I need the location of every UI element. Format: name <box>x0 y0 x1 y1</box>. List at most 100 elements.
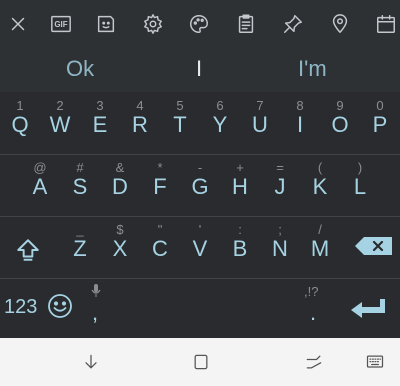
key-hint: $ <box>116 222 124 237</box>
key-label: M <box>310 236 330 261</box>
key-label: X <box>112 236 128 261</box>
key-label: R <box>132 112 148 137</box>
period-label: . <box>310 300 317 325</box>
home-icon[interactable] <box>187 350 215 374</box>
key-c[interactable]: " C <box>140 220 180 276</box>
key-j[interactable]: = J <box>260 158 300 214</box>
key-label: G <box>191 174 209 199</box>
key-u[interactable]: 7U <box>240 96 280 152</box>
key-m[interactable]: / M <box>300 220 340 276</box>
key-label: Y <box>212 112 228 137</box>
key-i[interactable]: 8I <box>280 96 320 152</box>
key-v[interactable]: ' V <box>180 220 220 276</box>
key-label: K <box>312 174 328 199</box>
key-d[interactable]: & D <box>100 158 140 214</box>
key-hint: * <box>157 160 163 175</box>
key-label: S <box>72 174 88 199</box>
key-label: A <box>32 174 48 199</box>
key-label: W <box>49 112 71 137</box>
key-label: P <box>372 112 388 137</box>
suggestion-strip: Ok I I'm <box>0 48 400 92</box>
key-hint: : <box>238 222 242 237</box>
keyboard-switch-icon[interactable] <box>361 350 389 374</box>
key-hint: 1 <box>16 98 24 113</box>
key-h[interactable]: + H <box>220 158 260 214</box>
key-f[interactable]: * F <box>140 158 180 214</box>
key-s[interactable]: # S <box>60 158 100 214</box>
shift-icon <box>17 239 39 261</box>
key-k[interactable]: (K <box>300 158 340 214</box>
key-g[interactable]: -G <box>180 158 220 214</box>
row-divider <box>0 278 400 279</box>
key-hint: _ <box>76 222 84 237</box>
enter-arrow-icon <box>351 299 385 318</box>
clipboard-icon[interactable] <box>232 10 260 38</box>
key-label: Q <box>11 112 29 137</box>
key-hint: 3 <box>96 98 104 113</box>
key-n[interactable]: ; N <box>260 220 300 276</box>
comma-key[interactable]: , <box>80 284 112 332</box>
backspace-icon <box>355 237 392 255</box>
key-label: J <box>274 174 286 199</box>
key-r[interactable]: 4R <box>120 96 160 152</box>
theme-palette-icon[interactable] <box>185 10 213 38</box>
comma-label: , <box>92 300 99 325</box>
key-z[interactable]: _ Z <box>60 220 100 276</box>
sticker-icon[interactable] <box>92 10 120 38</box>
key-hint: 7 <box>256 98 264 113</box>
key-hint: ( <box>317 160 323 175</box>
keyboard-toolbar: GIF <box>0 0 400 48</box>
key-hint: 5 <box>176 98 184 113</box>
calendar-icon[interactable] <box>372 10 400 38</box>
key-q[interactable]: 1Q <box>0 96 40 152</box>
key-label: F <box>153 174 167 199</box>
recents-icon[interactable] <box>300 350 328 374</box>
suggestion-center[interactable]: I <box>196 56 202 82</box>
settings-icon[interactable] <box>139 10 167 38</box>
key-o[interactable]: 9O <box>320 96 360 152</box>
key-e[interactable]: 3E <box>80 96 120 152</box>
back-icon[interactable] <box>77 350 105 374</box>
key-label: D <box>112 174 128 199</box>
key-label: N <box>272 236 288 261</box>
key-hint: # <box>76 160 84 175</box>
suggestion-left[interactable]: Ok <box>66 56 94 82</box>
gif-button[interactable]: GIF <box>46 10 76 38</box>
key-hint: + <box>236 160 244 175</box>
key-t[interactable]: 5T <box>160 96 200 152</box>
key-p[interactable]: 0P <box>360 96 400 152</box>
key-label: U <box>252 112 268 137</box>
key-label: I <box>296 112 304 137</box>
key-label: L <box>353 174 367 199</box>
key-hint: 4 <box>136 98 144 113</box>
suggestion-right[interactable]: I'm <box>298 56 327 82</box>
key-b[interactable]: :B <box>220 220 260 276</box>
period-key[interactable]: ,!? . <box>296 284 332 332</box>
key-y[interactable]: 6Y <box>200 96 240 152</box>
key-hint: 8 <box>296 98 304 113</box>
key-label: Z <box>73 236 87 261</box>
enter-key[interactable] <box>350 298 386 318</box>
key-x[interactable]: $ X <box>100 220 140 276</box>
location-icon[interactable] <box>326 10 354 38</box>
numbers-symbols-key[interactable]: 123 <box>4 296 37 319</box>
key-label: H <box>232 174 248 199</box>
key-l[interactable]: ) L <box>340 158 380 214</box>
pin-icon[interactable] <box>279 10 307 38</box>
key-hint: 2 <box>56 98 64 113</box>
shift-key[interactable] <box>8 222 48 278</box>
close-icon[interactable] <box>4 10 32 38</box>
backspace-key[interactable] <box>354 236 394 256</box>
key-w[interactable]: 2W <box>40 96 80 152</box>
microphone-icon <box>91 284 101 297</box>
keyboard-keys: 1Q 2W 3E 4R 5T 6Y 7U 8I 9O 0P @ A # S & D *… <box>0 92 400 338</box>
row-divider <box>0 154 400 155</box>
key-a[interactable]: @ A <box>20 158 60 214</box>
smiley-icon <box>48 294 72 318</box>
key-hint: 9 <box>336 98 344 113</box>
emoji-key[interactable] <box>46 292 74 320</box>
key-label: E <box>92 112 108 137</box>
key-hint: / <box>318 222 322 237</box>
key-label: V <box>192 236 208 261</box>
key-label: C <box>152 236 168 261</box>
